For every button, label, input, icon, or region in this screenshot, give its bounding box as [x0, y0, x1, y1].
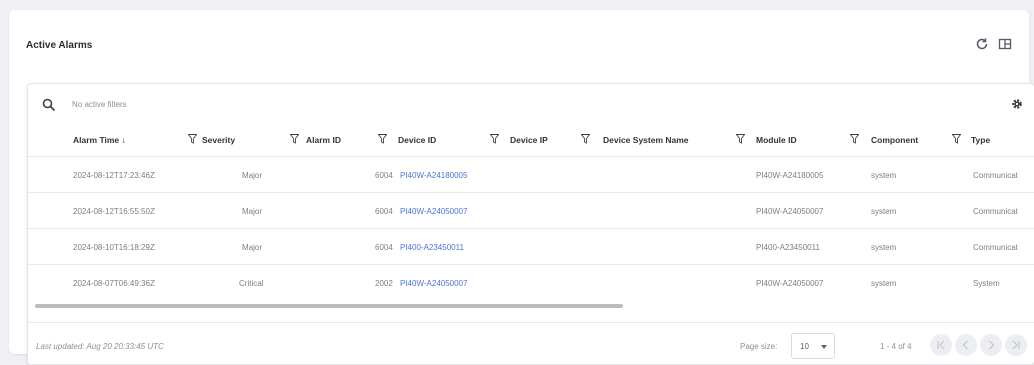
cell-severity: Critical	[239, 279, 264, 288]
cell-component: system	[871, 207, 897, 216]
cell-type: Communicat	[973, 207, 1018, 216]
gear-icon[interactable]	[1010, 97, 1024, 111]
cell-type: Communicat	[973, 243, 1018, 252]
cell-alarm-id: 6004	[375, 171, 393, 180]
cell-component: system	[871, 243, 897, 252]
page-size-label: Page size:	[740, 342, 778, 351]
cell-alarm-time: 2024-08-10T16:18:29Z	[73, 243, 155, 252]
device-id-link[interactable]: PI40W-A24050007	[400, 279, 467, 288]
col-header-component[interactable]: Component	[871, 135, 918, 145]
first-page-icon	[937, 340, 945, 350]
chevron-down-icon	[821, 345, 827, 349]
horizontal-scrollbar[interactable]	[35, 304, 623, 308]
filter-status[interactable]: No active filters	[72, 100, 127, 109]
cell-component: system	[871, 171, 897, 180]
refresh-icon[interactable]	[974, 36, 990, 52]
funnel-icon[interactable]	[850, 134, 859, 144]
pagination-range: 1 - 4 of 4	[880, 342, 912, 351]
funnel-icon[interactable]	[490, 134, 499, 144]
table-row[interactable]: 2024-08-10T16:18:29Z Major 6004 PI400-A2…	[28, 228, 1034, 265]
cell-alarm-time: 2024-08-12T16:55:50Z	[73, 207, 155, 216]
last-updated: Last updated: Aug 20 20:33:45 UTC	[36, 342, 164, 351]
funnel-icon[interactable]	[290, 134, 299, 144]
funnel-icon[interactable]	[952, 134, 961, 144]
cell-type: System	[973, 279, 1000, 288]
col-header-device-id[interactable]: Device ID	[398, 135, 436, 145]
last-page-icon	[1012, 340, 1020, 350]
table-row[interactable]: 2024-08-12T17:23:46Z Major 6004 PI40W-A2…	[28, 156, 1034, 193]
device-id-link[interactable]: PI40W-A24050007	[400, 207, 467, 216]
last-page-button[interactable]	[1005, 334, 1027, 356]
col-header-type[interactable]: Type	[971, 135, 990, 145]
funnel-icon[interactable]	[188, 134, 197, 144]
previous-page-button[interactable]	[955, 334, 977, 356]
table-row[interactable]: 2024-08-12T16:55:50Z Major 6004 PI40W-A2…	[28, 192, 1034, 229]
layout-icon[interactable]	[997, 36, 1013, 52]
cell-alarm-id: 2002	[375, 279, 393, 288]
chevron-left-icon	[962, 340, 968, 350]
next-page-button[interactable]	[980, 334, 1002, 356]
cell-component: system	[871, 279, 897, 288]
device-id-link[interactable]: PI40W-A24180005	[400, 171, 467, 180]
table-row[interactable]: 2024-08-07T06:49:36Z Critical 2002 PI40W…	[28, 264, 1034, 301]
cell-severity: Major	[242, 243, 263, 252]
panel-title: Active Alarms	[26, 40, 93, 51]
col-header-device-ip[interactable]: Device IP	[510, 135, 548, 145]
col-header-severity[interactable]: Severity	[202, 135, 235, 145]
alarms-grid: No active filters Alarm Time ↓ Severity …	[27, 83, 1034, 365]
cell-module-id: PI40W-A24050007	[756, 207, 824, 216]
col-header-module-id[interactable]: Module ID	[756, 135, 797, 145]
funnel-icon[interactable]	[736, 134, 745, 144]
device-id-link[interactable]: PI400-A23450011	[400, 243, 464, 252]
column-header-row: Alarm Time ↓ Severity Alarm ID Device ID…	[28, 129, 1034, 153]
col-header-alarm-id[interactable]: Alarm ID	[306, 135, 341, 145]
cell-type: Communicat	[973, 171, 1018, 180]
page-size-select[interactable]: 10	[791, 333, 835, 359]
col-header-device-system-name[interactable]: Device System Name	[603, 135, 689, 145]
filter-bar: No active filters	[28, 84, 1034, 126]
chevron-right-icon	[989, 340, 995, 350]
cell-alarm-time: 2024-08-12T17:23:46Z	[73, 171, 155, 180]
grid-footer: Last updated: Aug 20 20:33:45 UTC Page s…	[28, 322, 1034, 364]
search-icon[interactable]	[42, 98, 56, 112]
cell-alarm-time: 2024-08-07T06:49:36Z	[73, 279, 155, 288]
page-size-value: 10	[800, 342, 809, 351]
cell-severity: Major	[242, 207, 263, 216]
col-header-alarm-time[interactable]: Alarm Time ↓	[73, 135, 126, 145]
cell-module-id: PI400-A23450011	[756, 243, 820, 252]
cell-alarm-id: 6004	[375, 243, 393, 252]
active-alarms-panel: Active Alarms No active filters Alarm Ti…	[9, 10, 1034, 365]
funnel-icon[interactable]	[378, 134, 387, 144]
cell-module-id: PI40W-A24050007	[756, 279, 824, 288]
cell-severity: Major	[242, 171, 263, 180]
funnel-icon[interactable]	[581, 134, 590, 144]
cell-module-id: PI40W-A24180005	[756, 171, 824, 180]
first-page-button[interactable]	[930, 334, 952, 356]
cell-alarm-id: 6004	[375, 207, 393, 216]
